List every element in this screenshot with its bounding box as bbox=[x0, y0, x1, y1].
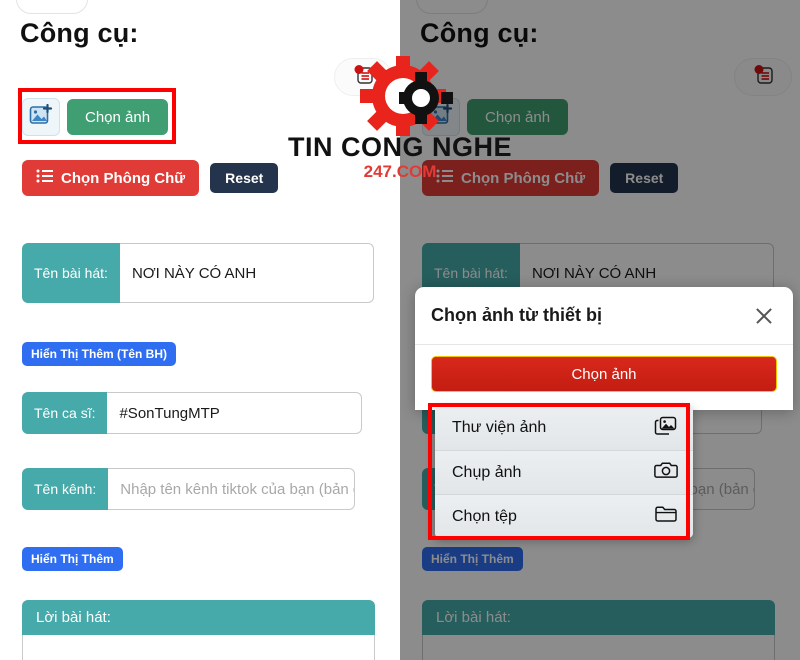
image-tool-row: Chọn ảnh bbox=[422, 98, 569, 136]
folder-icon bbox=[654, 504, 678, 529]
reset-button[interactable]: Reset bbox=[210, 163, 279, 193]
font-tool-row: Chọn Phông Chữ Reset bbox=[422, 160, 679, 196]
lyrics-label: Lời bài hát: bbox=[422, 600, 775, 635]
field-singer-name: Tên ca sĩ: #SonTungMTP bbox=[22, 392, 363, 434]
phone-screen-before: Công cụ: Chọn ảnh Chọn Phông Chữ Reset T… bbox=[0, 0, 400, 660]
pick-image-modal: Chọn ảnh từ thiết bị Chọn ảnh bbox=[415, 287, 793, 410]
show-more-song-button[interactable]: Hiển Thị Thêm (Tên BH) bbox=[22, 342, 176, 366]
add-photo-icon bbox=[429, 103, 453, 131]
pick-image-button[interactable]: Chọn ảnh bbox=[67, 99, 169, 135]
list-icon bbox=[36, 169, 53, 187]
page-title: Công cụ: bbox=[20, 18, 139, 48]
menu-item-label: Thư viện ảnh bbox=[452, 419, 547, 436]
add-photo-icon-button[interactable] bbox=[422, 98, 460, 136]
field-channel-name: Tên kênh: Nhập tên kênh tiktok của bạn (… bbox=[22, 468, 356, 510]
lyrics-textarea[interactable] bbox=[22, 635, 375, 660]
channel-name-input[interactable]: Nhập tên kênh tiktok của bạn (bản qu bbox=[108, 468, 356, 510]
field-label: Tên ca sĩ: bbox=[22, 392, 108, 434]
pick-font-label: Chọn Phông Chữ bbox=[461, 169, 586, 187]
menu-item-choose-file[interactable]: Chọn tệp bbox=[435, 494, 693, 538]
modal-header: Chọn ảnh từ thiết bị bbox=[415, 287, 793, 345]
show-more-channel-button[interactable]: Hiển Thị Thêm bbox=[422, 547, 523, 571]
page-title: Công cụ: bbox=[420, 18, 539, 48]
pick-font-button[interactable]: Chọn Phông Chữ bbox=[422, 160, 600, 196]
pick-font-button[interactable]: Chọn Phông Chữ bbox=[22, 160, 200, 196]
pick-font-label: Chọn Phông Chữ bbox=[61, 169, 186, 187]
menu-item-photo-library[interactable]: Thư viện ảnh bbox=[435, 406, 693, 450]
field-song-name: Tên bài hát: NƠI NÀY CÓ ANH bbox=[22, 243, 374, 303]
modal-title: Chọn ảnh từ thiết bị bbox=[431, 305, 603, 325]
browser-tab-pill-right[interactable] bbox=[416, 0, 488, 14]
browser-tab-pill[interactable] bbox=[16, 0, 88, 14]
add-photo-icon-button[interactable] bbox=[22, 98, 60, 136]
list-icon bbox=[436, 169, 453, 187]
pick-image-button[interactable]: Chọn ảnh bbox=[467, 99, 569, 135]
field-label: Tên kênh: bbox=[22, 468, 109, 510]
photo-library-icon bbox=[654, 416, 678, 441]
song-name-input[interactable]: NƠI NÀY CÓ ANH bbox=[119, 243, 374, 303]
image-source-menu: Thư viện ảnh Chụp ảnh Chọn tệp bbox=[435, 406, 693, 538]
menu-item-label: Chọn tệp bbox=[452, 507, 517, 525]
modal-body: Chọn ảnh bbox=[415, 345, 793, 410]
lyrics-textarea[interactable] bbox=[422, 635, 775, 660]
notification-pill-right[interactable] bbox=[734, 58, 792, 96]
notification-pill-left[interactable] bbox=[334, 58, 392, 96]
close-icon[interactable] bbox=[751, 303, 777, 329]
add-photo-icon bbox=[29, 103, 53, 131]
notification-list-icon bbox=[352, 64, 374, 90]
singer-name-input[interactable]: #SonTungMTP bbox=[107, 392, 363, 434]
menu-item-label: Chụp ảnh bbox=[452, 463, 522, 481]
screenshot-stage: Công cụ: Chọn ảnh Chọn Phông Chữ Reset T… bbox=[0, 0, 800, 660]
camera-icon bbox=[654, 460, 678, 485]
menu-item-take-photo[interactable]: Chụp ảnh bbox=[435, 450, 693, 494]
image-tool-row: Chọn ảnh bbox=[22, 98, 169, 136]
lyrics-label: Lời bài hát: bbox=[22, 600, 375, 635]
reset-button[interactable]: Reset bbox=[610, 163, 679, 193]
modal-pick-image-button[interactable]: Chọn ảnh bbox=[431, 356, 777, 392]
show-more-channel-button[interactable]: Hiển Thị Thêm bbox=[22, 547, 123, 571]
notification-list-icon bbox=[752, 64, 774, 90]
field-label: Tên bài hát: bbox=[22, 243, 120, 303]
font-tool-row: Chọn Phông Chữ Reset bbox=[22, 160, 279, 196]
